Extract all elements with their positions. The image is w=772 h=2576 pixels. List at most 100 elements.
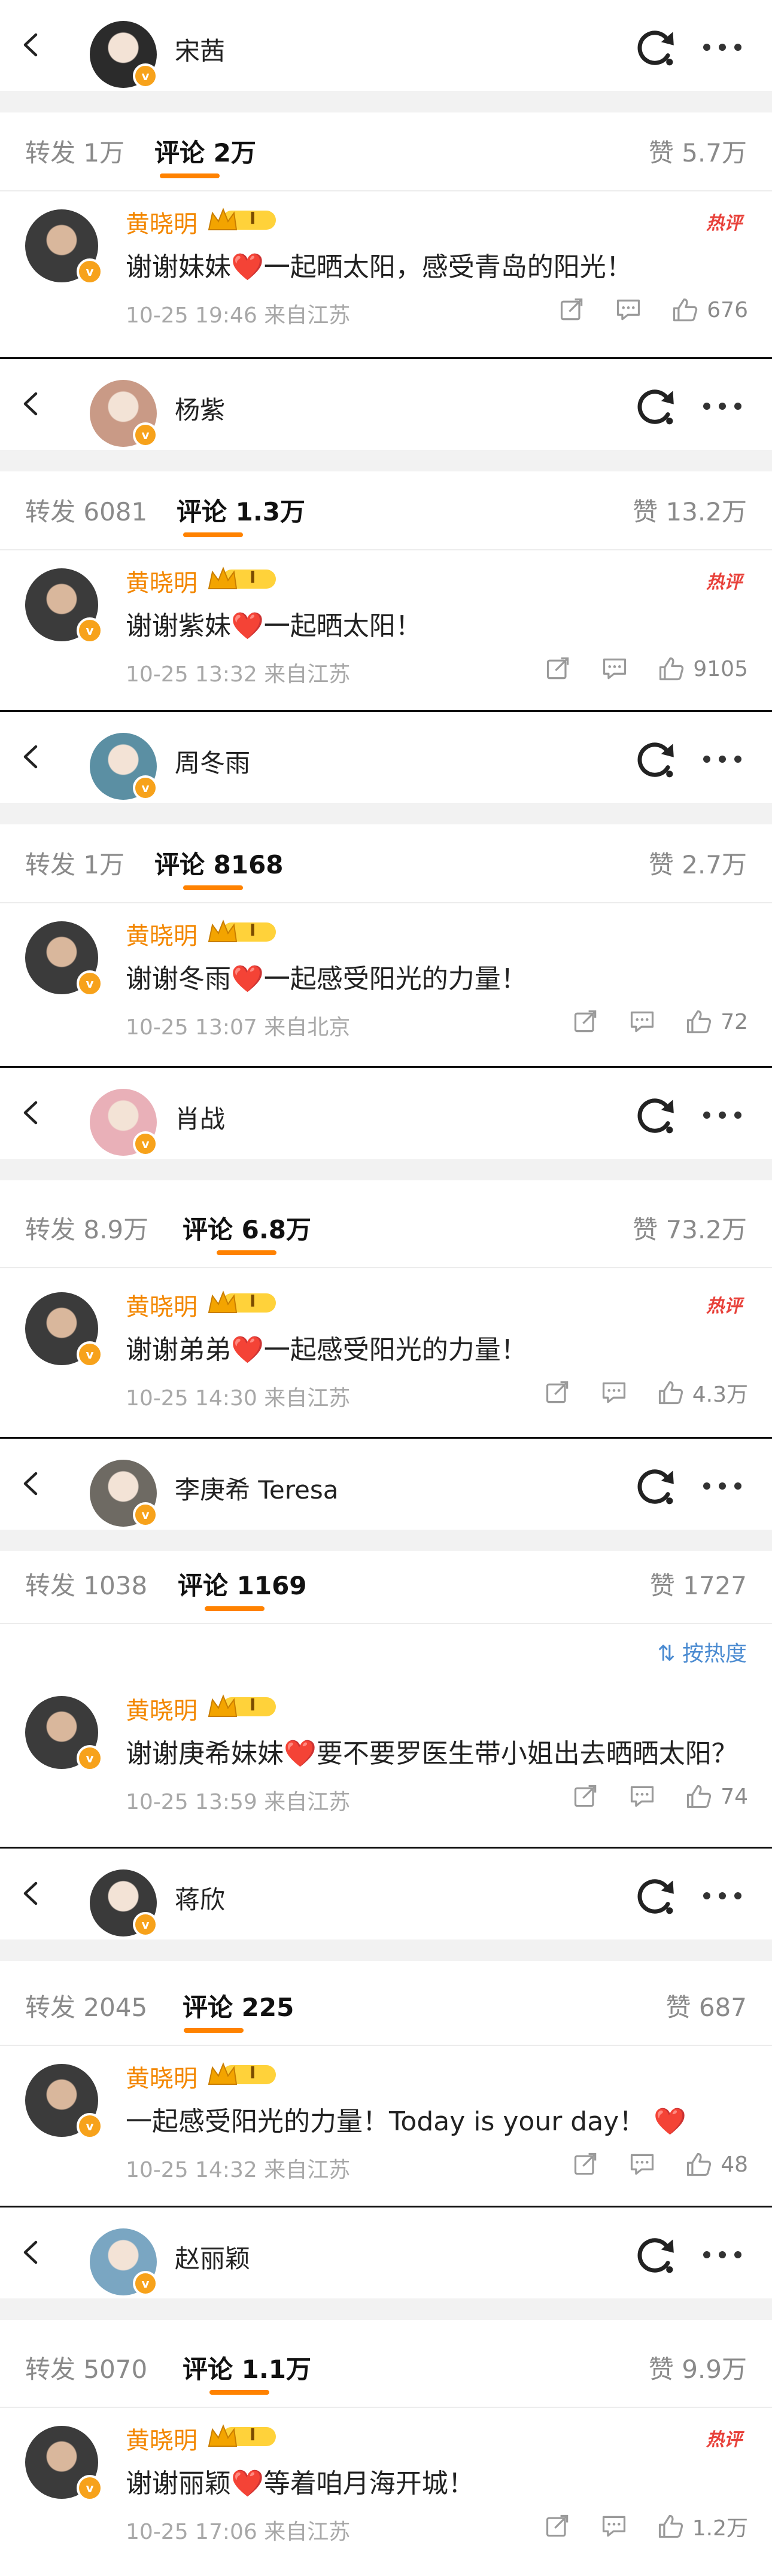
tab-comment[interactable]: 评论 6.8万 [183,1210,311,1246]
post-section: v 杨紫 转发 6081 评论 1.3万 赞 13.2万 v 黄晓明 I 热评 谢谢紫妹❤️一起晒… [0,359,772,712]
tab-comment[interactable]: 评论 8168 [154,845,284,881]
poster-name[interactable]: 李庚希 Teresa [175,1470,339,1506]
comment-actions: 72 [543,1005,748,1039]
tab-likes[interactable]: 赞 5.7万 [649,133,747,169]
tab-likes[interactable]: 赞 13.2万 [633,492,747,528]
reply-icon[interactable] [601,655,628,683]
refresh-icon[interactable] [634,27,676,69]
tab-comment[interactable]: 评论 1.3万 [177,492,305,528]
commenter-name[interactable]: 黄晓明 [126,564,197,598]
reply-icon[interactable] [628,1783,656,1810]
comment-meta: 10-25 13:59 来自江苏 [126,1790,351,1814]
more-options-icon[interactable] [703,1110,751,1122]
more-options-icon[interactable] [703,754,751,766]
divider [0,1623,772,1624]
poster-name[interactable]: 蒋欣 [175,1880,225,1916]
poster-name[interactable]: 杨紫 [175,390,225,427]
like-count: 48 [721,2152,748,2177]
like-icon[interactable] [656,2513,684,2540]
section-gap [0,803,772,824]
reply-icon[interactable] [615,296,642,324]
tab-repost[interactable]: 转发 1万 [25,133,124,169]
comment-meta: 10-25 14:32 来自江苏 [126,2158,351,2182]
back-icon[interactable] [17,1878,47,1908]
back-icon[interactable] [17,30,47,60]
tab-comment[interactable]: 评论 2万 [154,133,256,169]
back-icon[interactable] [17,742,47,772]
tab-repost[interactable]: 转发 1万 [25,845,124,881]
refresh-icon[interactable] [634,1875,676,1917]
tab-repost[interactable]: 转发 2045 [25,1987,147,2024]
tab-active-indicator [160,173,220,178]
verified-badge-icon: v [133,422,158,447]
like-icon[interactable] [685,2151,712,2178]
like-icon[interactable] [671,296,698,324]
commenter-name[interactable]: 黄晓明 [126,2059,197,2094]
refresh-icon[interactable] [634,1466,676,1508]
tab-repost[interactable]: 转发 5070 [25,2349,147,2386]
back-icon[interactable] [17,389,47,419]
tab-likes[interactable]: 赞 1727 [650,1566,747,1602]
divider [0,1267,772,1268]
more-options-icon[interactable] [703,1890,751,1902]
back-icon[interactable] [17,1469,47,1499]
tab-comment[interactable]: 评论 1169 [178,1566,307,1602]
more-options-icon[interactable] [703,1481,751,1493]
post-section: v 宋茜 转发 1万 评论 2万 赞 5.7万 v 黄晓明 I 热评 谢谢妹妹❤️一起晒太阳，感受… [0,0,772,359]
commenter-name[interactable]: 黄晓明 [126,2421,197,2456]
reply-icon[interactable] [600,2513,628,2540]
more-options-icon[interactable] [703,2249,751,2261]
refresh-icon[interactable] [634,739,676,781]
poster-name[interactable]: 赵丽颖 [175,2239,250,2275]
poster-name[interactable]: 周冬雨 [175,743,250,780]
share-icon[interactable] [558,296,586,324]
more-options-icon[interactable] [703,401,751,413]
section-gap [0,1159,772,1180]
tab-bar: 转发 1038 评论 1169 赞 1727 [0,1546,772,1624]
tab-comment[interactable]: 评论 225 [183,1987,294,2024]
verified-badge-icon: v [77,1341,103,1368]
poster-name[interactable]: 肖战 [175,1099,225,1135]
tab-repost[interactable]: 转发 8.9万 [25,1210,148,1246]
share-icon[interactable] [545,655,572,683]
more-options-icon[interactable] [703,42,751,54]
commenter-name[interactable]: 黄晓明 [126,916,197,951]
comment-item: v 黄晓明 I 谢谢冬雨❤️一起感受阳光的力量！ 10-25 13:07 来自北京 72 [0,903,772,1059]
tab-comment[interactable]: 评论 1.1万 [183,2349,311,2386]
commenter-name[interactable]: 黄晓明 [126,1691,197,1726]
tab-likes[interactable]: 赞 73.2万 [633,1210,747,1246]
refresh-icon[interactable] [634,1095,676,1137]
tab-likes[interactable]: 赞 687 [665,1987,747,2024]
tab-repost[interactable]: 转发 1038 [25,1566,147,1602]
reply-icon[interactable] [628,1008,656,1036]
reply-icon[interactable] [628,2151,656,2178]
tab-likes[interactable]: 赞 2.7万 [649,845,747,881]
vip-level: I [250,208,256,228]
back-icon[interactable] [17,1098,47,1128]
share-icon[interactable] [572,1783,600,1810]
share-icon[interactable] [572,1008,600,1036]
post-section: v 周冬雨 转发 1万 评论 8168 赞 2.7万 v 黄晓明 I 谢谢冬雨❤️一起感受阳光的… [0,712,772,1068]
tab-repost[interactable]: 转发 6081 [25,492,147,528]
tab-likes[interactable]: 赞 9.9万 [649,2349,747,2386]
share-icon[interactable] [544,2513,572,2540]
refresh-icon[interactable] [634,2234,676,2276]
share-icon[interactable] [572,2151,600,2178]
verified-badge-icon: v [133,63,158,89]
reply-icon[interactable] [600,1379,628,1406]
tab-bar: 转发 8.9万 评论 6.8万 赞 73.2万 [0,1190,772,1268]
verified-badge-icon: v [77,2475,103,2501]
refresh-icon[interactable] [634,386,676,428]
like-icon[interactable] [657,655,685,683]
back-icon[interactable] [17,2237,47,2267]
like-icon[interactable] [656,1379,684,1406]
sort-by-hot-button[interactable]: ⇅ 按热度 [657,1636,747,1667]
poster-name[interactable]: 宋茜 [175,31,225,68]
commenter-name[interactable]: 黄晓明 [126,205,197,239]
like-icon[interactable] [685,1008,712,1036]
commenter-name[interactable]: 黄晓明 [126,1287,197,1322]
like-icon[interactable] [685,1783,712,1810]
vip-crown-badge: I [206,566,277,592]
share-icon[interactable] [544,1379,572,1406]
comment-meta: 10-25 17:06 来自江苏 [126,2520,351,2544]
